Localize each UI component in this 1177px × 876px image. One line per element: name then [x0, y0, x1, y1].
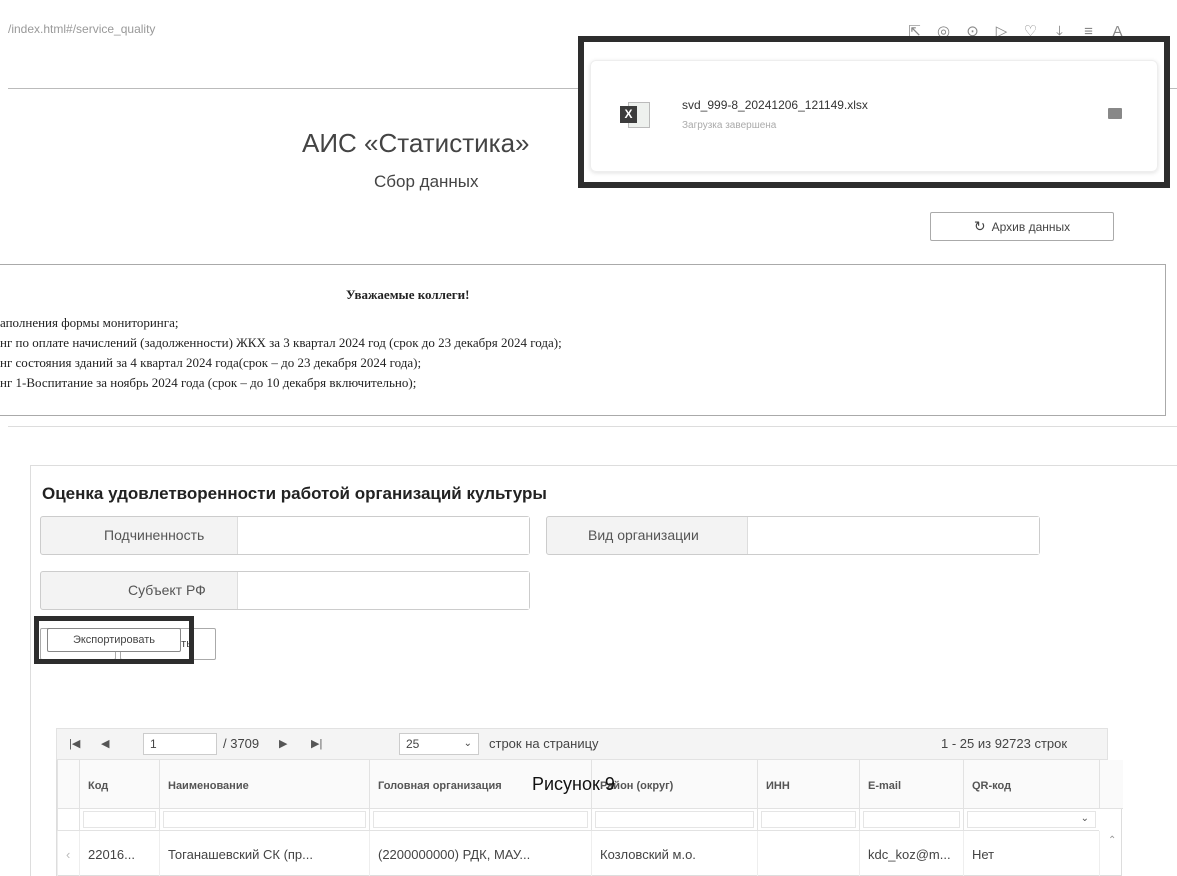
column-header-district[interactable]: Район (округ)	[591, 760, 757, 809]
filter-name[interactable]	[159, 809, 369, 831]
org-type-input[interactable]	[747, 517, 1039, 554]
filter-inn[interactable]	[757, 809, 859, 831]
figure-caption: Рисунок 9	[532, 774, 615, 794]
notice-divider	[8, 426, 1177, 427]
download-file-name[interactable]: svd_999-8_20241206_121149.xlsx	[682, 98, 868, 112]
refresh-icon: ↻	[973, 218, 986, 234]
download-popup: X svd_999-8_20241206_121149.xlsx Загрузк…	[578, 36, 1170, 188]
page-size-select[interactable]: 25 ⌄	[399, 733, 479, 755]
address-bar-url[interactable]: /index.html#/service_quality	[8, 22, 155, 36]
table-cell[interactable]: Тоганашевский СК (пр...	[159, 831, 369, 876]
archive-data-button[interactable]: ↻ Архив данных	[930, 212, 1114, 241]
table-cell[interactable]: Козловский м.о.	[591, 831, 757, 876]
column-header-inn[interactable]: ИНН	[757, 760, 859, 809]
download-status: Загрузка завершена	[682, 120, 777, 131]
archive-data-label: Архив данных	[991, 220, 1071, 234]
column-header-email[interactable]: E-mail	[859, 760, 963, 809]
subordination-label: Подчиненность	[104, 527, 205, 543]
filter-email[interactable]	[859, 809, 963, 831]
download-item[interactable]	[590, 60, 1158, 172]
page-number-input[interactable]: 1	[143, 733, 217, 755]
notice-box: Уважаемые коллеги! аполнения формы монит…	[0, 264, 1166, 416]
notice-heading: Уважаемые коллеги!	[346, 287, 470, 302]
filter-parent-org[interactable]	[369, 809, 591, 831]
table-cell[interactable]: (2200000000) РДК, МАУ...	[369, 831, 591, 876]
table-cell[interactable]: Нет	[963, 831, 1099, 876]
column-header-code[interactable]: Код	[79, 760, 159, 809]
region-input[interactable]	[237, 572, 529, 609]
row-select-cell[interactable]: ‹	[57, 831, 79, 876]
export-button[interactable]: Экспортировать	[47, 628, 181, 652]
pager: |◀ ◀ 1 / 3709 ▶ ▶| 25 ⌄ строк на страницу…	[56, 728, 1108, 760]
chevron-down-icon: ⌄	[463, 738, 472, 749]
region-filter	[40, 571, 530, 610]
folder-icon[interactable]	[1108, 108, 1122, 119]
notice-line: нг по оплате начислений (задолженности) …	[0, 335, 562, 350]
select-column-header[interactable]	[57, 760, 79, 809]
org-type-label: Вид организации	[588, 527, 699, 543]
prev-page-icon[interactable]: ◀	[101, 729, 109, 759]
next-page-icon[interactable]: ▶	[279, 729, 287, 759]
chevron-up-icon[interactable]: ⌃	[1108, 835, 1116, 846]
notice-line: нг 1-Воспитание за ноябрь 2024 года (сро…	[0, 375, 417, 390]
section-title: Оценка удовлетворенности работой организ…	[42, 484, 547, 503]
column-header-qr[interactable]: QR-код	[963, 760, 1099, 809]
table-cell[interactable]: 22016...	[79, 831, 159, 876]
subordination-input[interactable]	[237, 517, 529, 554]
app-title: АИС «Статистика»	[302, 128, 530, 158]
page-size-suffix: строк на страницу	[489, 736, 599, 751]
total-pages: / 3709	[223, 736, 260, 751]
chevron-down-icon: ⌄	[1080, 813, 1089, 824]
filter-district[interactable]	[591, 809, 757, 831]
region-label: Субъект РФ	[128, 582, 206, 598]
table-cell[interactable]: kdc_koz@m...	[859, 831, 963, 876]
column-header-name[interactable]: Наименование	[159, 760, 369, 809]
notice-line: аполнения формы мониторинга;	[0, 315, 179, 330]
header-spacer	[1099, 760, 1123, 809]
filter-qr[interactable]: ⌄	[963, 809, 1099, 831]
last-page-icon[interactable]: ▶|	[311, 729, 322, 759]
vertical-scrollbar[interactable]: ⌃	[1099, 831, 1123, 876]
app-subtitle: Сбор данных	[374, 172, 479, 191]
rows-range: 1 - 25 из 92723 строк	[941, 736, 1068, 751]
table-cell[interactable]	[757, 831, 859, 876]
notice-line: нг состояния зданий за 4 квартал 2024 го…	[0, 355, 422, 370]
page-size-value: 25	[406, 737, 420, 751]
filter-code[interactable]	[79, 809, 159, 831]
excel-file-icon: X	[620, 102, 650, 128]
first-page-icon[interactable]: |◀	[69, 729, 80, 759]
filter-spacer	[57, 809, 79, 831]
